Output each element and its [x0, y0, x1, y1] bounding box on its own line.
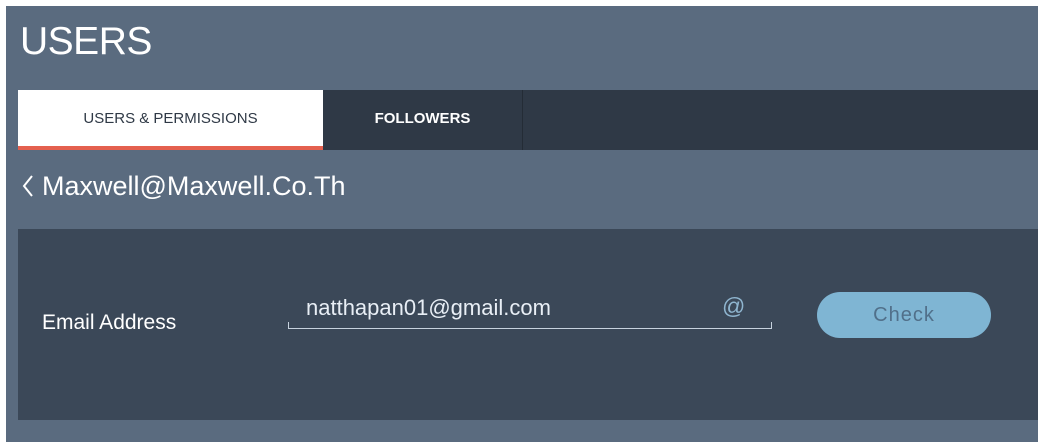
breadcrumb-text: Maxwell@Maxwell.Co.Th: [42, 170, 346, 201]
check-button[interactable]: Check: [817, 292, 991, 338]
input-underline: [288, 328, 772, 329]
page-title: USERS: [20, 20, 152, 63]
input-tick-right: [771, 322, 772, 329]
email-input[interactable]: [306, 291, 716, 325]
input-tick-left: [288, 322, 289, 329]
at-sign-icon: @: [722, 293, 746, 319]
email-field: @: [288, 289, 772, 329]
chevron-left-icon[interactable]: [16, 169, 40, 203]
email-panel: Email Address @ Check: [18, 229, 1038, 420]
email-label: Email Address: [42, 311, 177, 334]
breadcrumb: Maxwell@Maxwell.Co.Th: [16, 166, 345, 206]
tab-users-permissions[interactable]: USERS & PERMISSIONS: [18, 90, 323, 150]
tab-followers[interactable]: FOLLOWERS: [323, 90, 523, 150]
tab-bar: USERS & PERMISSIONS FOLLOWERS: [18, 90, 1038, 150]
app-frame: USERS USERS & PERMISSIONS FOLLOWERS Maxw…: [6, 6, 1038, 442]
